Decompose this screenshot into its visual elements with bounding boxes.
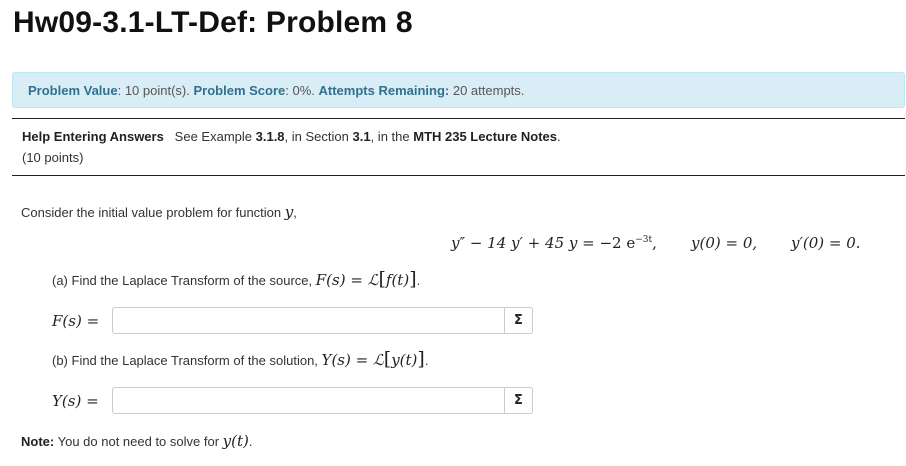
note-var: y(t) <box>222 432 249 450</box>
problem-points: (10 points) <box>22 150 84 165</box>
help-text-mid2: , in the <box>370 129 410 144</box>
answer-label-f-text: F(s) = <box>52 312 100 330</box>
problem-score-label: Problem Score <box>193 83 286 98</box>
problem-intro-text: Consider the initial value problem for f… <box>21 205 282 220</box>
ic2-text: y′(0) = 0. <box>791 234 861 252</box>
part-b-text: (b) Find the Laplace Transform of the so… <box>52 353 318 368</box>
help-text-end: . <box>557 129 561 144</box>
part-a-text: (a) Find the Laplace Transform of the so… <box>52 273 313 288</box>
ode-equation: y″ − 14 y′ + 45 y = −2 e−3t, <box>451 234 657 252</box>
page-title: Hw09-3.1-LT-Def: Problem 8 <box>13 6 413 39</box>
problem-intro-var: y <box>284 203 294 221</box>
problem-score-text: : 0%. <box>285 83 315 98</box>
part-a-math-inner: f(t) <box>385 271 410 289</box>
answer-input-y[interactable] <box>112 387 505 414</box>
ode-end: , <box>652 234 657 252</box>
part-a-prompt: (a) Find the Laplace Transform of the so… <box>52 268 421 290</box>
ode-exponent: −3t <box>635 235 653 245</box>
problem-intro-end: , <box>293 205 297 220</box>
note-line: Note: You do not need to solve for y(t). <box>21 432 253 450</box>
help-text-before: See Example <box>174 129 252 144</box>
answer-label-y-text: Y(s) = <box>52 392 99 410</box>
part-b-math-inner: y(t) <box>391 351 418 369</box>
help-line: Help Entering Answers See Example 3.1.8,… <box>22 129 561 144</box>
problem-info-banner: Problem Value: 10 point(s). Problem Scor… <box>12 72 905 108</box>
answer-label-y: Y(s) = <box>52 392 99 410</box>
ic1-text: y(0) = 0, <box>691 234 758 252</box>
initial-condition-1: y(0) = 0, <box>691 234 757 252</box>
problem-value-text: : 10 point(s). <box>117 83 190 98</box>
part-b-math-lhs: Y(s) = ℒ <box>321 351 384 369</box>
part-b-math: Y(s) = ℒ[y(t)] <box>321 348 425 370</box>
divider-bottom <box>12 175 905 176</box>
equation-editor-button-f[interactable]: Σ <box>505 307 533 334</box>
answer-label-f: F(s) = <box>52 312 99 330</box>
initial-condition-2: y′(0) = 0. <box>791 234 861 252</box>
help-text-mid: , in Section <box>284 129 349 144</box>
answer-input-f[interactable] <box>112 307 505 334</box>
note-end: . <box>248 434 253 449</box>
note-text: You do not need to solve for <box>57 434 220 449</box>
attempts-remaining-label: Attempts Remaining: <box>318 83 450 98</box>
divider-top <box>12 118 905 119</box>
help-entering-answers-link[interactable]: Help Entering Answers <box>22 129 164 144</box>
help-notes-ref: MTH 235 Lecture Notes <box>413 129 557 144</box>
part-b-end: . <box>424 353 429 368</box>
ode-lhs: y″ − 14 y′ + 45 y <box>451 234 578 252</box>
part-a-math: F(s) = ℒ[f(t)] <box>315 268 417 290</box>
part-a-math-lhs: F(s) = ℒ <box>315 271 379 289</box>
attempts-remaining-text: 20 attempts. <box>452 83 525 98</box>
problem-intro: Consider the initial value problem for f… <box>21 203 297 221</box>
part-b-prompt: (b) Find the Laplace Transform of the so… <box>52 348 429 370</box>
part-a-end: . <box>416 273 421 288</box>
help-example-ref: 3.1.8 <box>255 129 285 144</box>
equation-editor-button-y[interactable]: Σ <box>505 387 533 414</box>
problem-value-label: Problem Value <box>28 83 118 98</box>
ode-rhs: = −2 e <box>577 234 636 252</box>
help-section-ref: 3.1 <box>352 129 371 144</box>
note-label: Note: <box>21 434 55 449</box>
